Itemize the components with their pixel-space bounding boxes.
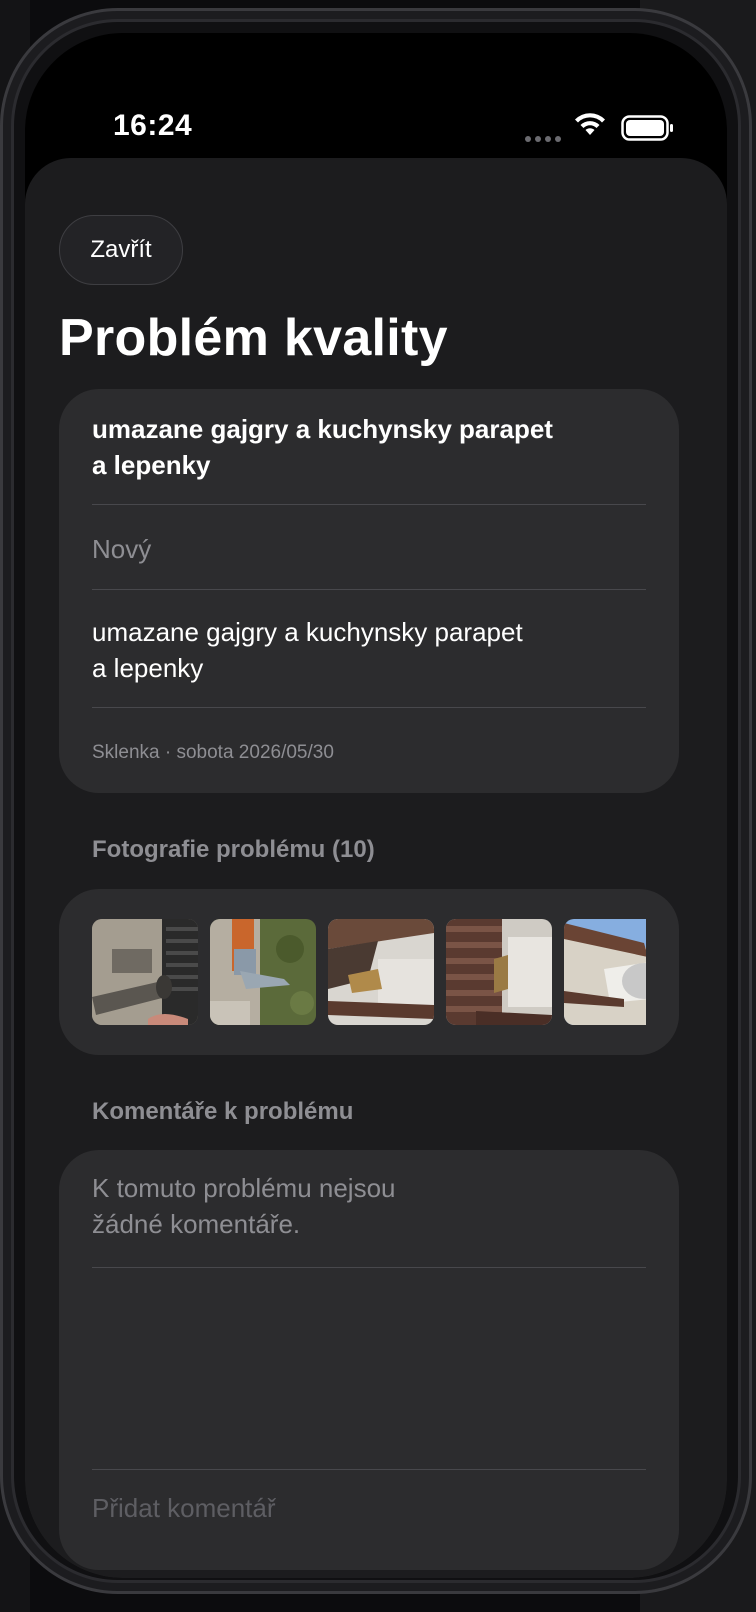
battery-icon [621,115,673,141]
photo-thumbnail[interactable] [328,919,434,1025]
wifi-icon [575,113,605,135]
issue-title: umazane gajgry a kuchynsky parapet a lep… [92,411,646,483]
status-bar: 16:24 [25,33,727,153]
photo-thumbnail[interactable] [92,919,198,1025]
divider [92,504,646,505]
cellular-signal-icon [525,129,565,147]
empty-comments-line-1: K tomuto problému nejsou [92,1173,396,1203]
issue-description-line-2: a lepenky [92,653,204,683]
empty-comments-message: K tomuto problému nejsou žádné komentáře… [92,1170,646,1242]
empty-comments-line-2: žádné komentáře. [92,1209,301,1239]
photos-section-header: Fotografie problému (10) [92,836,375,863]
status-time: 16:24 [113,109,193,142]
divider [92,1469,646,1470]
divider [92,707,646,708]
divider [92,1267,646,1268]
issue-description-line-1: umazane gajgry a kuchynsky parapet [92,617,523,647]
phone-screen: 16:24 Zavřít Problém kvality umazane gaj… [25,33,727,1578]
comments-section-header: Komentáře k problému [92,1098,354,1125]
photo-thumbnail[interactable] [210,919,316,1025]
photo-thumbnail[interactable] [446,919,552,1025]
add-comment-input[interactable]: Přidat komentář [92,1490,646,1526]
comments-card: K tomuto problému nejsou žádné komentáře… [59,1150,679,1570]
issue-meta: Sklenka · sobota 2026/05/30 [92,742,334,763]
photo-thumbnail[interactable] [564,919,646,1025]
page-title: Problém kvality [59,309,448,367]
issue-title-line-2: a lepenky [92,450,211,480]
photo-strip[interactable] [92,919,646,1025]
issue-status[interactable]: Nový [92,531,646,567]
issue-description: umazane gajgry a kuchynsky parapet a lep… [92,614,646,686]
dynamic-island [272,79,480,141]
issue-detail-card: umazane gajgry a kuchynsky parapet a lep… [59,389,679,793]
photos-card [59,889,679,1055]
divider [92,589,646,590]
issue-detail-sheet: Zavřít Problém kvality umazane gajgry a … [25,158,727,1578]
issue-title-line-1: umazane gajgry a kuchynsky parapet [92,414,553,444]
phone-frame: 16:24 Zavřít Problém kvality umazane gaj… [0,8,752,1594]
close-button[interactable]: Zavřít [59,215,183,285]
